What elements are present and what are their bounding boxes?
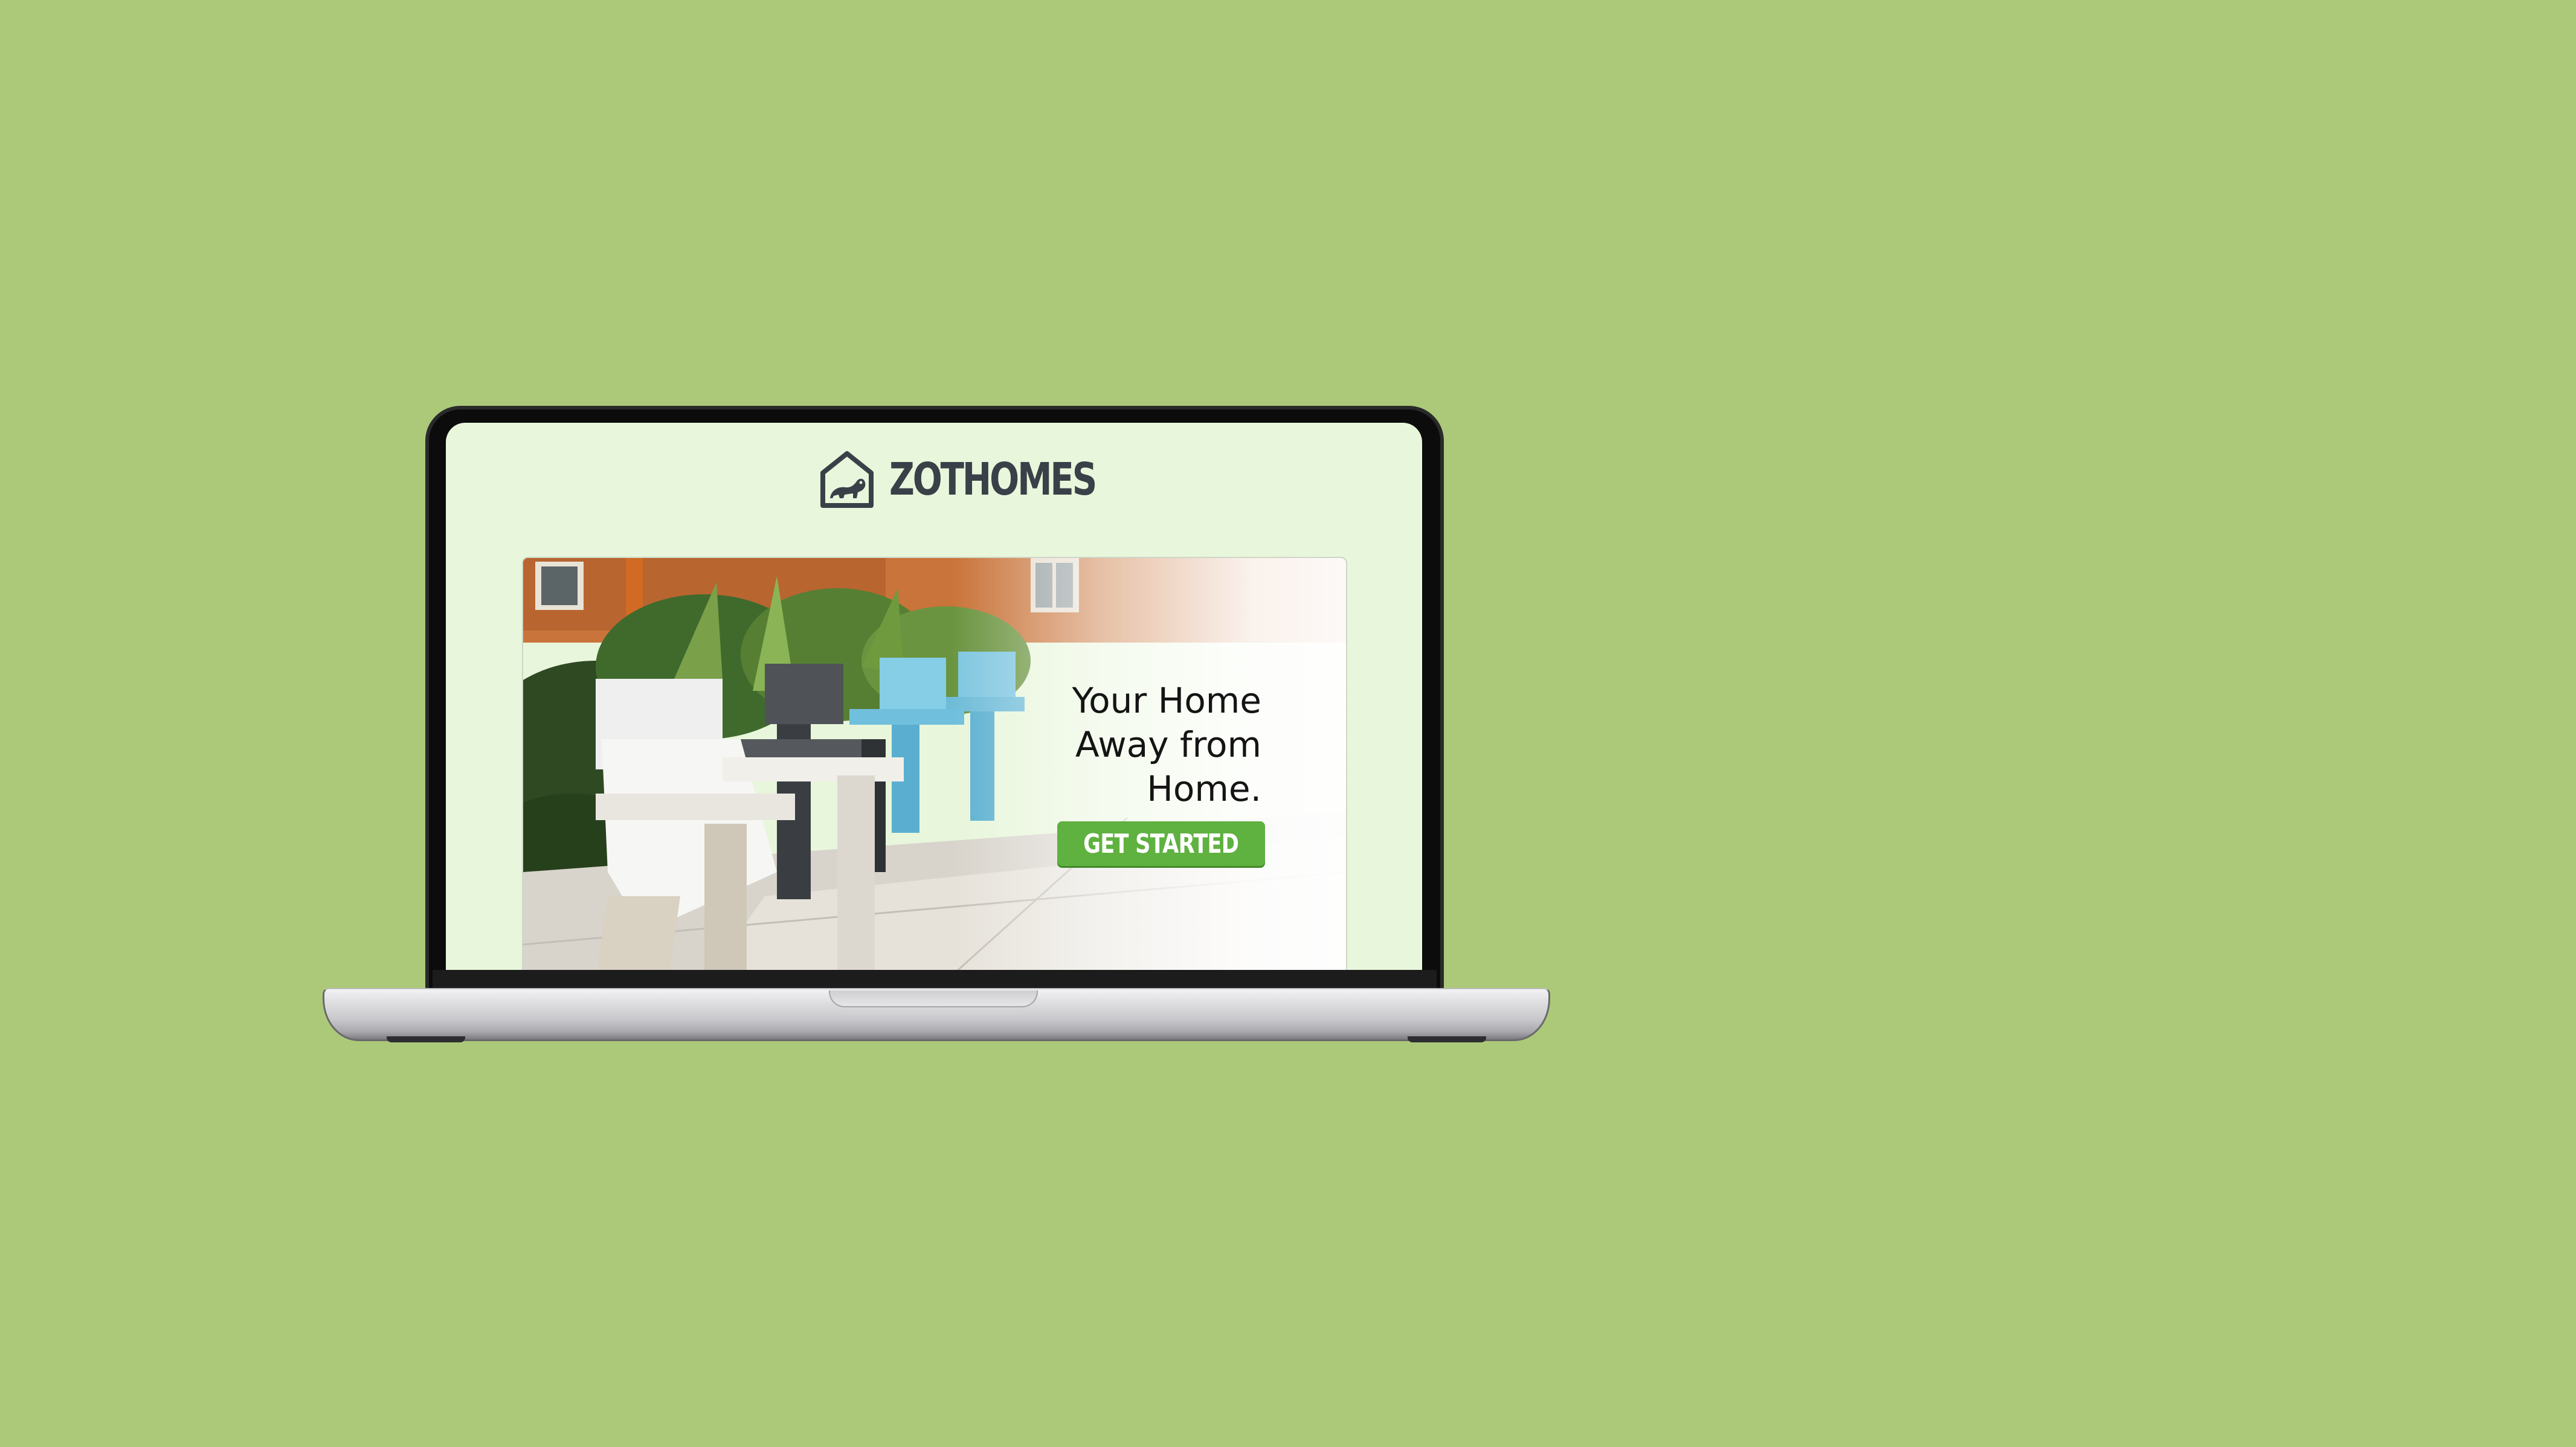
hero-banner: Your Home Away from Home. GET STARTED (522, 557, 1347, 970)
laptop-notch (829, 990, 1038, 1007)
house-anteater-icon (820, 451, 874, 508)
laptop-foot (1408, 1036, 1486, 1042)
get-started-button[interactable]: GET STARTED (1057, 821, 1265, 866)
hero-headline: Your Home Away from Home. (1072, 680, 1261, 809)
brand-header[interactable]: ZOTHOMES (820, 448, 1153, 511)
laptop-screen: ZOTHOMES Your Home Away from Home. GET S… (446, 423, 1422, 970)
get-started-label: GET STARTED (1083, 828, 1239, 859)
laptop-foot (387, 1036, 465, 1042)
laptop-mockup: ZOTHOMES Your Home Away from Home. GET S… (0, 0, 2576, 1447)
brand-name: ZOTHOMES (889, 454, 1097, 505)
